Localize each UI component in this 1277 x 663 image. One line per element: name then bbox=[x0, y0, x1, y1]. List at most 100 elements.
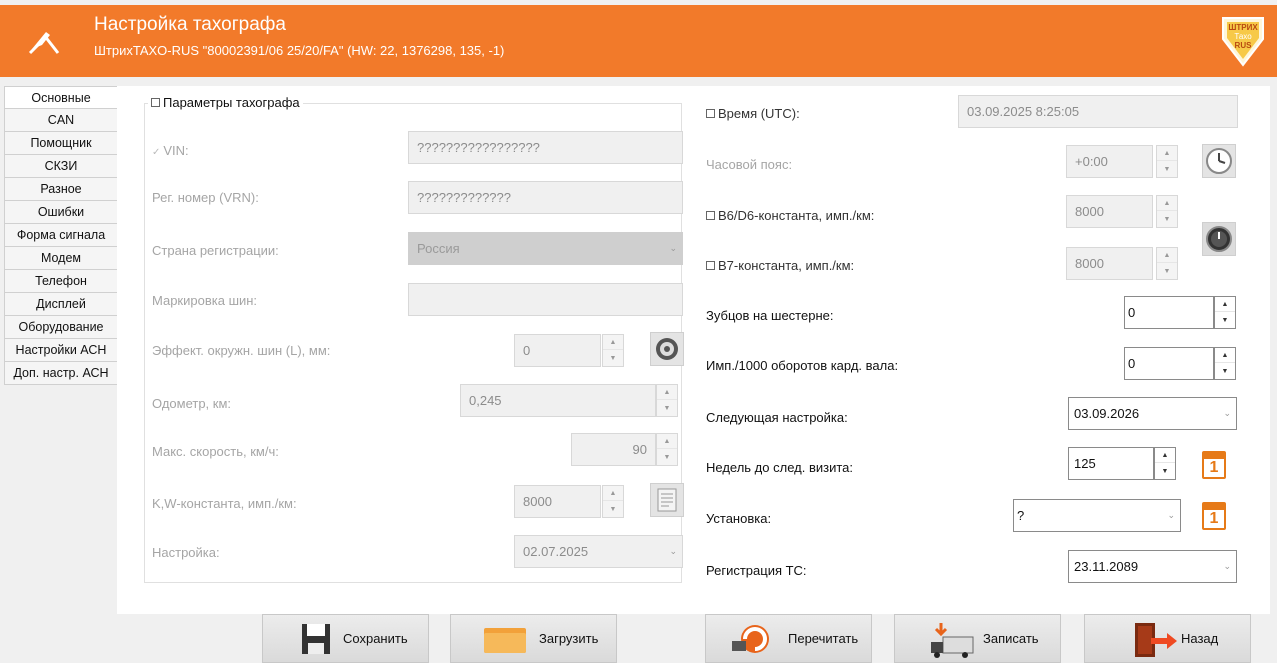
timezone-spinner[interactable]: ▲ ▼ bbox=[1156, 145, 1178, 178]
reread-label: Перечитать bbox=[788, 631, 859, 646]
weeks-spinner[interactable]: ▲ ▼ bbox=[1154, 447, 1176, 480]
checkbox-icon[interactable] bbox=[706, 261, 715, 270]
save-label: Сохранить bbox=[343, 631, 408, 646]
timezone-field[interactable]: +0:00 bbox=[1066, 145, 1153, 178]
b6d6-label[interactable]: B6/D6-константа, имп./км: bbox=[706, 208, 874, 223]
gauge-icon bbox=[1206, 226, 1232, 252]
b7-label[interactable]: B7-константа, имп./км: bbox=[706, 258, 854, 273]
tacho-params-title[interactable]: Параметры тахографа bbox=[148, 95, 303, 110]
calendar-icon[interactable]: 1 bbox=[1202, 451, 1226, 479]
country-label: Страна регистрации: bbox=[152, 243, 279, 258]
teeth-label: Зубцов на шестерне: bbox=[706, 308, 834, 323]
tab-dop-nastr-ash[interactable]: Доп. настр. АСН bbox=[4, 362, 118, 385]
speed-field[interactable]: 90 bbox=[571, 433, 656, 466]
write-button[interactable]: Записать bbox=[894, 614, 1061, 663]
tire-wheel-button[interactable] bbox=[650, 332, 684, 366]
kw-spinner[interactable]: ▲ ▼ bbox=[602, 485, 624, 518]
exit-door-icon bbox=[1135, 623, 1177, 657]
time-label[interactable]: Время (UTC): bbox=[706, 106, 800, 121]
tab-displey[interactable]: Дисплей bbox=[4, 293, 118, 316]
load-button[interactable]: Загрузить bbox=[450, 614, 617, 663]
title-bar: Настройка тахографа ШтрихTAXO-RUS "80002… bbox=[0, 5, 1277, 77]
b6d6-spinner[interactable]: ▲ ▼ bbox=[1156, 195, 1178, 228]
vrn-label: Рег. номер (VRN): bbox=[152, 190, 259, 205]
imp-label: Имп./1000 оборотов кард. вала: bbox=[706, 358, 899, 373]
b6d6-field[interactable]: 8000 bbox=[1066, 195, 1153, 228]
vin-field[interactable]: ????????????????? bbox=[408, 131, 683, 164]
device-info: ШтрихTAXO-RUS "80002391/06 25/20/FA" (HW… bbox=[94, 43, 505, 58]
tab-modem[interactable]: Модем bbox=[4, 247, 118, 270]
tire-label: Маркировка шин: bbox=[152, 293, 258, 308]
speed-label: Макс. скорость, км/ч: bbox=[152, 444, 279, 459]
checkbox-icon[interactable] bbox=[706, 109, 715, 118]
imp-spinner[interactable]: ▲ ▼ bbox=[1214, 347, 1236, 380]
reread-button[interactable]: Перечитать bbox=[705, 614, 872, 663]
b7-field[interactable]: 8000 bbox=[1066, 247, 1153, 280]
tab-raznoe[interactable]: Разное bbox=[4, 178, 118, 201]
vin-label: ✓ VIN: bbox=[152, 143, 189, 158]
chevron-down-icon: ⌄ bbox=[669, 243, 677, 253]
setup-date-value: 02.07.2025 bbox=[523, 544, 589, 559]
tab-can[interactable]: CAN bbox=[4, 109, 118, 132]
tab-forma-signala[interactable]: Форма сигнала bbox=[4, 224, 118, 247]
country-value: Россия bbox=[417, 241, 460, 256]
reread-truck-icon bbox=[732, 625, 769, 653]
calculator-button[interactable] bbox=[650, 483, 684, 517]
shtrih-taxo-logo: ШТРИХ Тахо RUS bbox=[1220, 15, 1266, 67]
tab-nastroyki-ash[interactable]: Настройки АСН bbox=[4, 339, 118, 362]
next-setup-label: Следующая настройка: bbox=[706, 410, 848, 425]
teeth-field[interactable]: 0 bbox=[1124, 296, 1214, 329]
back-button[interactable]: Назад bbox=[1084, 614, 1251, 663]
tire-field[interactable] bbox=[408, 283, 683, 316]
clock-icon bbox=[1206, 148, 1232, 174]
chevron-down-icon: ⌄ bbox=[1223, 408, 1231, 418]
speed-spinner[interactable]: ▲ ▼ bbox=[656, 433, 678, 466]
teeth-spinner[interactable]: ▲ ▼ bbox=[1214, 296, 1236, 329]
tab-pomoshnik[interactable]: Помощник bbox=[4, 132, 118, 155]
write-truck-icon bbox=[931, 623, 974, 658]
gauge-button[interactable] bbox=[1202, 222, 1236, 256]
calendar-icon[interactable]: 1 bbox=[1202, 502, 1226, 530]
weeks-field[interactable]: 125 bbox=[1068, 447, 1154, 480]
odometer-label: Одометр, км: bbox=[152, 396, 232, 411]
chevron-down-icon: ⌄ bbox=[669, 546, 677, 556]
install-select[interactable]: ? ⌄ bbox=[1013, 499, 1181, 532]
logo-text-line3: RUS bbox=[1234, 41, 1252, 50]
odometer-field[interactable]: 0,245 bbox=[460, 384, 656, 417]
vrn-field[interactable]: ????????????? bbox=[408, 181, 683, 214]
tab-oborudovanie[interactable]: Оборудование bbox=[4, 316, 118, 339]
write-label: Записать bbox=[983, 631, 1039, 646]
next-setup-value: 03.09.2026 bbox=[1074, 406, 1140, 421]
timezone-label: Часовой пояс: bbox=[706, 157, 793, 172]
imp-field[interactable]: 0 bbox=[1124, 347, 1214, 380]
circ-spinner[interactable]: ▲ ▼ bbox=[602, 334, 624, 367]
install-value: ? bbox=[1017, 508, 1025, 523]
back-label: Назад bbox=[1181, 631, 1219, 646]
reg-select[interactable]: 23.11.2089 ⌄ bbox=[1068, 550, 1237, 583]
tab-telefon[interactable]: Телефон bbox=[4, 270, 118, 293]
circ-label: Эффект. окружн. шин (L), мм: bbox=[152, 343, 331, 358]
next-setup-select[interactable]: 03.09.2026 ⌄ bbox=[1068, 397, 1237, 430]
tab-skzi[interactable]: СКЗИ bbox=[4, 155, 118, 178]
checkbox-icon[interactable] bbox=[151, 98, 160, 107]
kw-label: K,W-константа, имп./км: bbox=[152, 496, 297, 511]
checkbox-icon[interactable] bbox=[706, 211, 715, 220]
weeks-label: Недель до след. визита: bbox=[706, 460, 853, 475]
b7-spinner[interactable]: ▲ ▼ bbox=[1156, 247, 1178, 280]
wrench-tools-icon bbox=[28, 32, 60, 55]
tab-oshibki[interactable]: Ошибки bbox=[4, 201, 118, 224]
window-title: Настройка тахографа bbox=[94, 14, 286, 35]
setup-date-field[interactable]: 02.07.2025 ⌄ bbox=[514, 535, 683, 568]
floppy-disk-icon bbox=[302, 624, 330, 654]
time-field[interactable]: 03.09.2025 8:25:05 bbox=[958, 95, 1238, 128]
circ-field[interactable]: 0 bbox=[514, 334, 601, 367]
setup-label: Настройка: bbox=[152, 545, 220, 560]
save-button[interactable]: Сохранить bbox=[262, 614, 429, 663]
logo-text-line2: Тахо bbox=[1234, 32, 1252, 41]
tire-icon bbox=[656, 338, 678, 360]
odometer-spinner[interactable]: ▲ ▼ bbox=[656, 384, 678, 417]
country-select[interactable]: Россия ⌄ bbox=[408, 232, 683, 265]
kw-field[interactable]: 8000 bbox=[514, 485, 601, 518]
clock-button[interactable] bbox=[1202, 144, 1236, 178]
tab-osnovnye[interactable]: Основные bbox=[4, 86, 118, 109]
